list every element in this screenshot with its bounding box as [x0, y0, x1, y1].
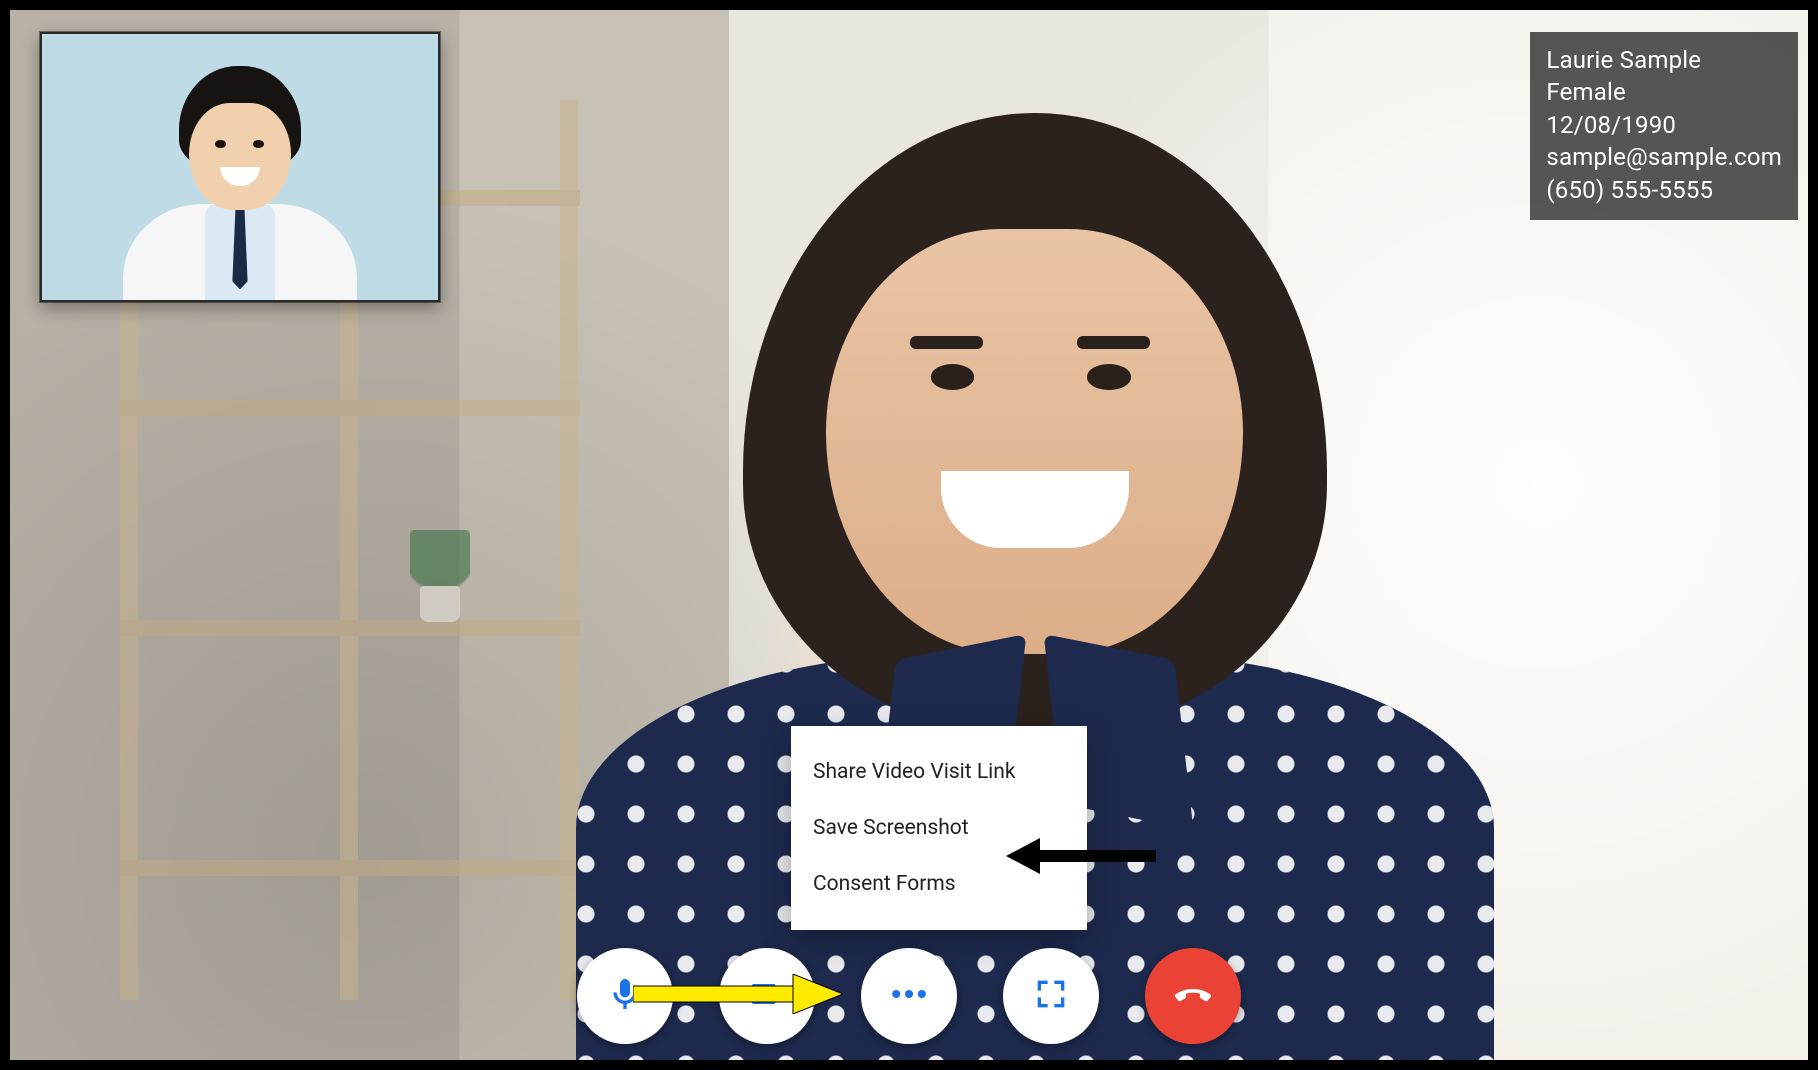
menu-consent-forms[interactable]: Consent Forms	[791, 856, 1087, 912]
fullscreen-button[interactable]	[1003, 948, 1099, 1044]
microphone-button[interactable]	[577, 948, 673, 1044]
microphone-icon	[605, 974, 645, 1018]
hang-up-icon	[1173, 974, 1213, 1018]
fullscreen-icon	[1031, 974, 1071, 1018]
patient-info-overlay: Laurie Sample Female 12/08/1990 sample@s…	[1530, 32, 1798, 220]
camera-icon	[747, 974, 787, 1018]
menu-save-screenshot[interactable]: Save Screenshot	[791, 800, 1087, 856]
patient-phone: (650) 555-5555	[1546, 174, 1782, 206]
more-options-menu: Share Video Visit Link Save Screenshot C…	[791, 726, 1087, 930]
call-controls	[10, 948, 1808, 1044]
video-call-window: Laurie Sample Female 12/08/1990 sample@s…	[8, 8, 1810, 1062]
self-view-thumbnail[interactable]	[40, 32, 440, 302]
menu-share-link[interactable]: Share Video Visit Link	[791, 744, 1087, 800]
patient-name: Laurie Sample	[1546, 44, 1782, 76]
patient-sex: Female	[1546, 76, 1782, 108]
patient-dob: 12/08/1990	[1546, 109, 1782, 141]
patient-email: sample@sample.com	[1546, 141, 1782, 173]
camera-button[interactable]	[719, 948, 815, 1044]
end-call-button[interactable]	[1145, 948, 1241, 1044]
more-options-button[interactable]	[861, 948, 957, 1044]
more-horizontal-icon	[887, 972, 931, 1020]
